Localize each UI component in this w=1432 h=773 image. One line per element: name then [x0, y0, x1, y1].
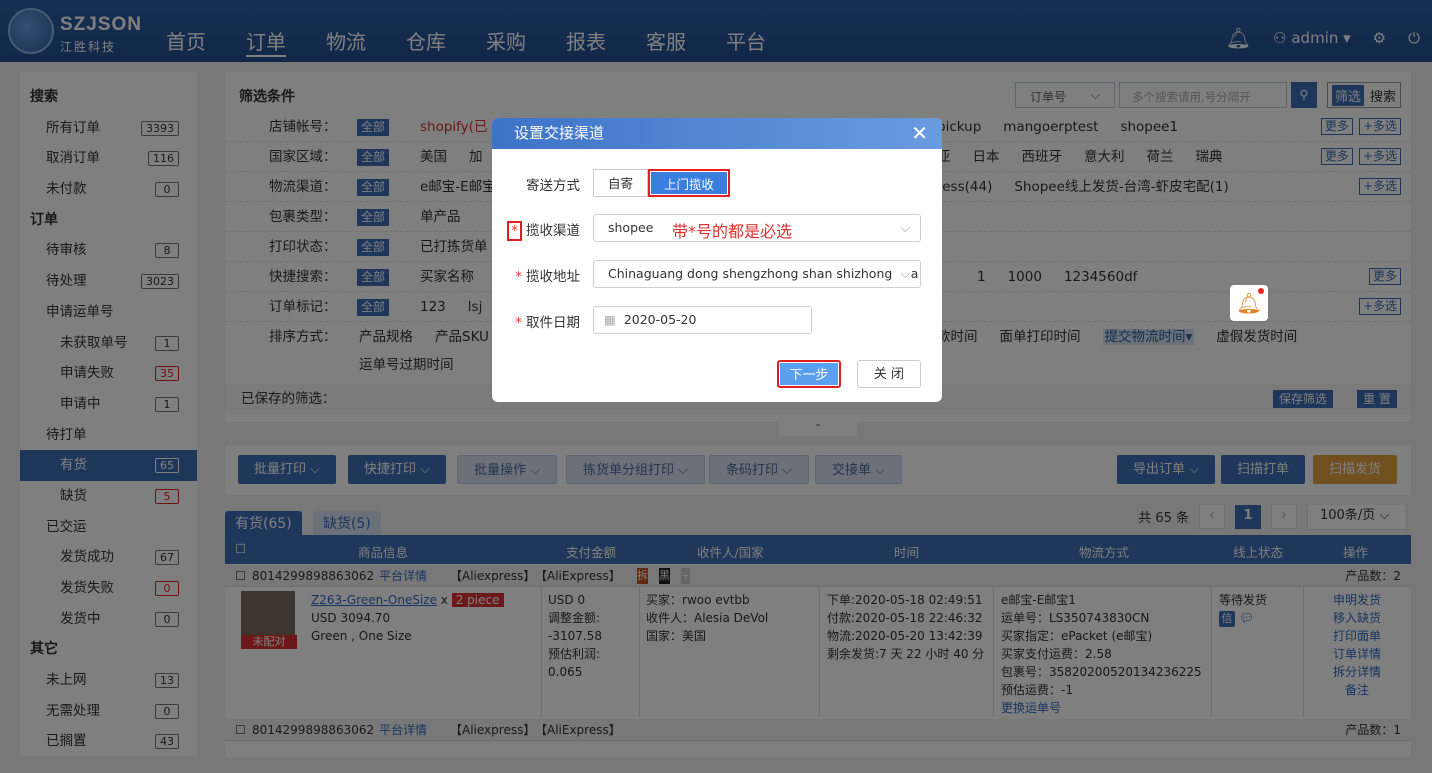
- calendar-icon: ▦: [604, 312, 616, 327]
- date-value: 2020-05-20: [623, 312, 697, 327]
- handover-channel-dialog: 设置交接渠道 ✕ 寄送方式 自寄 上门揽收 * 揽收渠道 shopee ⌵ 带*号的都…: [492, 118, 942, 402]
- method-self-button[interactable]: 自寄: [593, 169, 649, 197]
- dialog-title: 设置交接渠道: [514, 124, 605, 142]
- required-marker: *: [515, 315, 522, 331]
- date-picker[interactable]: ▦ 2020-05-20: [593, 306, 812, 334]
- channel-label-text: 揽收渠道: [526, 223, 580, 239]
- chevron-down-icon: ⌵: [900, 220, 910, 235]
- required-marker: *: [515, 269, 522, 285]
- date-label-text: 取件日期: [526, 315, 580, 331]
- required-note: 带*号的都是必选: [672, 222, 793, 241]
- channel-label: * 揽收渠道: [507, 219, 580, 241]
- address-value: Chinaguang dong shengzhong shan shizhong…: [608, 266, 919, 281]
- close-button[interactable]: 关 闭: [857, 360, 921, 388]
- address-label-text: 揽收地址: [526, 269, 580, 285]
- method-pickup-button[interactable]: 上门揽收: [648, 169, 731, 197]
- chevron-down-icon: ⌵: [896, 261, 910, 287]
- close-icon[interactable]: ✕: [911, 118, 928, 149]
- next-step-button[interactable]: 下一步: [777, 360, 841, 388]
- notification-bell-icon[interactable]: 🔔︎: [1230, 285, 1268, 321]
- address-select[interactable]: Chinaguang dong shengzhong shan shizhong…: [593, 260, 921, 288]
- required-marker: *: [507, 221, 522, 241]
- channel-value: shopee: [608, 220, 654, 235]
- method-label: 寄送方式: [526, 178, 580, 194]
- date-label: * 取件日期: [515, 311, 580, 331]
- address-label: * 揽收地址: [515, 265, 580, 285]
